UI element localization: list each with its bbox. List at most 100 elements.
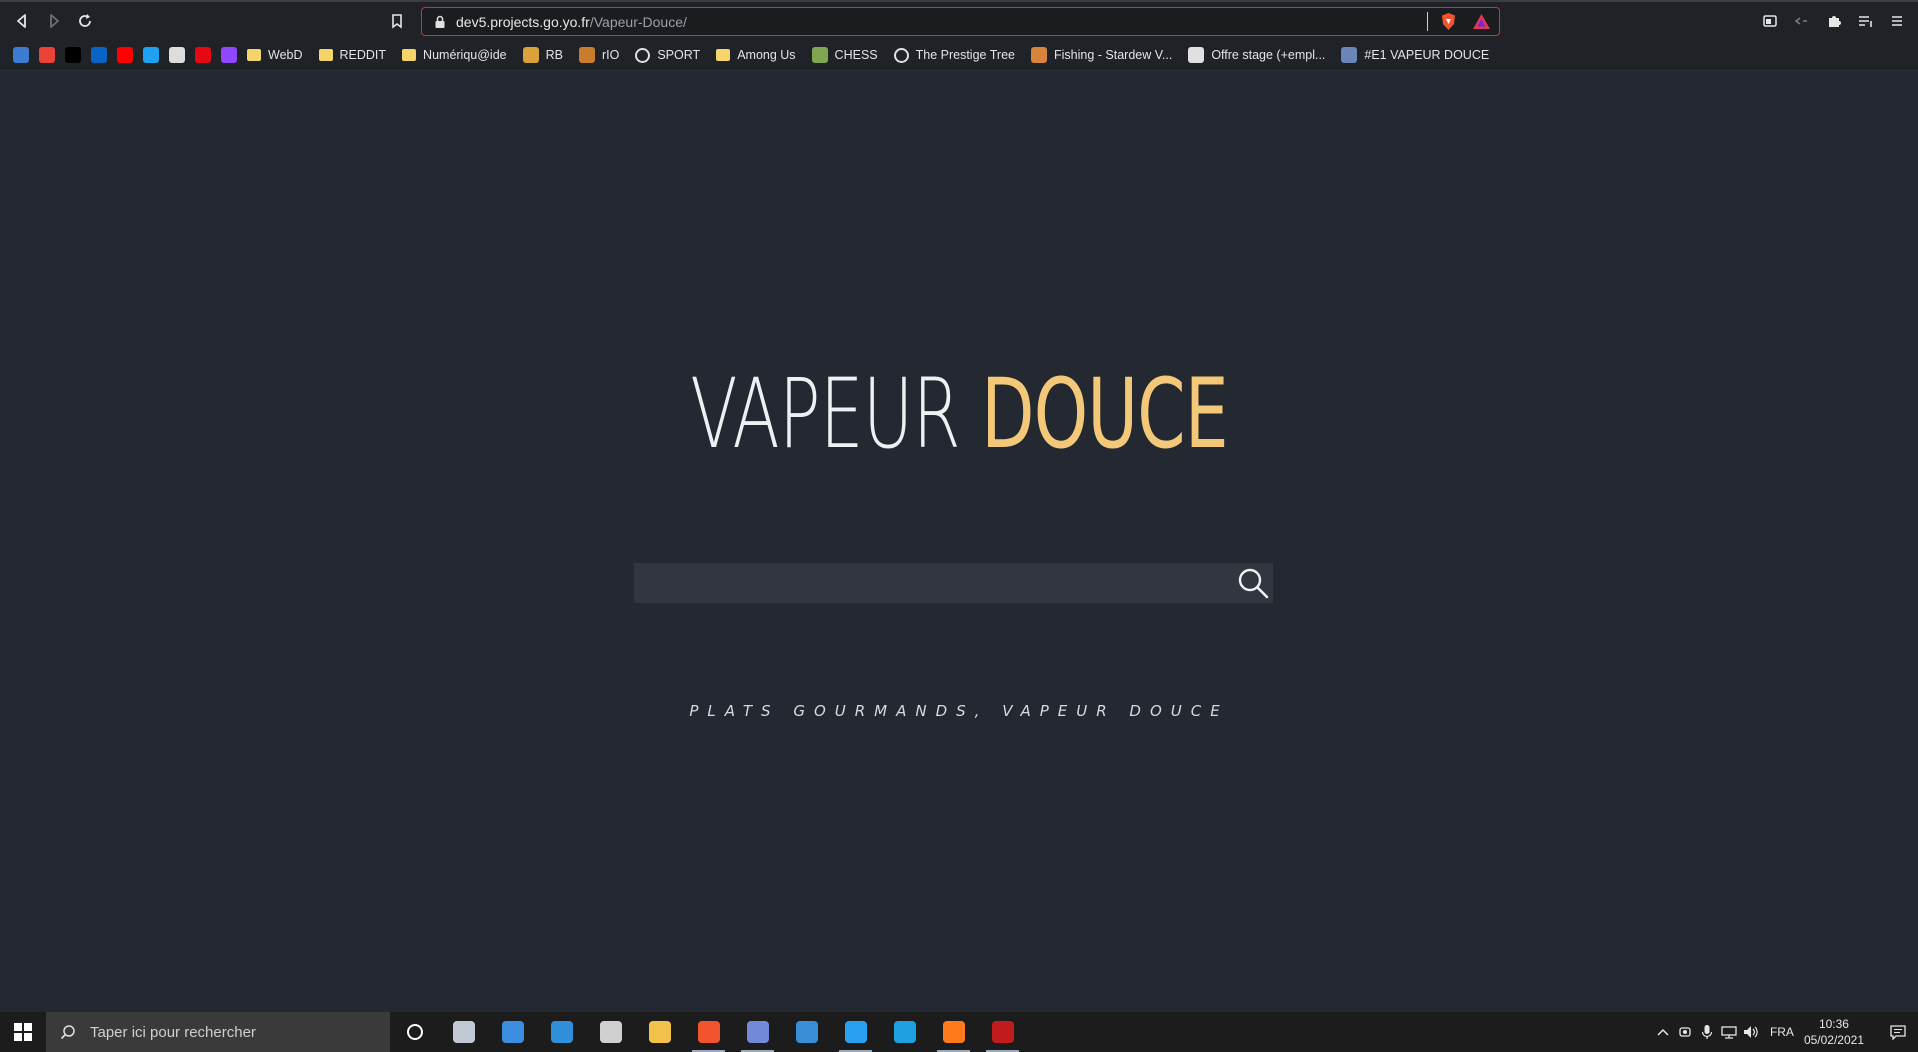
bookmark-item[interactable]: Offre stage (+empl... — [1188, 43, 1333, 67]
volume-tray-button[interactable] — [1740, 1012, 1762, 1052]
sidebar-toggle-button[interactable] — [1757, 8, 1783, 34]
logo-word-douce: DOUCE — [981, 358, 1228, 470]
reload-icon — [79, 14, 91, 27]
start-button[interactable] — [0, 1012, 46, 1052]
bookmark-button[interactable] — [384, 8, 410, 34]
bookmark-label: Offre stage (+empl... — [1211, 48, 1326, 62]
doc-icon — [1188, 47, 1205, 63]
input-language[interactable]: FRA — [1770, 1025, 1794, 1039]
url-host: dev5.projects.go.yo.fr — [456, 13, 590, 30]
taskbar-app-button[interactable] — [488, 1012, 537, 1052]
taskbar-app-button[interactable] — [831, 1012, 880, 1052]
site-logo[interactable]: VAPEUR DOUCE — [269, 358, 1650, 470]
bookmark-item[interactable] — [39, 43, 57, 67]
windows-logo-icon — [14, 1023, 32, 1041]
bookmark-item[interactable]: RB — [522, 43, 571, 67]
shield-icon — [1341, 47, 1358, 63]
bookmark-item[interactable] — [13, 43, 31, 67]
show-hidden-icons-button[interactable] — [1652, 1012, 1674, 1052]
bookmark-item[interactable] — [91, 43, 109, 67]
bookmark-item[interactable] — [143, 43, 161, 67]
taskbar-app-button[interactable] — [439, 1012, 488, 1052]
globe-icon — [635, 47, 651, 63]
clock[interactable]: 10:36 05/02/2021 — [1804, 1016, 1864, 1048]
microphone-tray-button[interactable] — [1696, 1012, 1718, 1052]
chess-icon — [811, 47, 828, 63]
taskbar-app-button[interactable] — [635, 1012, 684, 1052]
taskbar-app-button[interactable] — [586, 1012, 635, 1052]
forward-button[interactable] — [41, 8, 67, 34]
bookmark-item[interactable]: Fishing - Stardew V... — [1030, 43, 1180, 67]
menu-button[interactable] — [1884, 8, 1910, 34]
back-arrow-icon — [17, 14, 26, 28]
folder-icon — [402, 49, 417, 61]
logo-word-vapeur: VAPEUR — [690, 358, 961, 470]
bookmark-label: Fishing - Stardew V... — [1053, 48, 1173, 62]
address-bar[interactable]: dev5.projects.go.yo.fr/Vapeur-Douce/ — [421, 7, 1500, 36]
tagline: PLATS GOURMANDS, VAPEUR DOUCE — [689, 702, 1229, 720]
brave-icon — [697, 1021, 720, 1043]
camera-icon — [1679, 1027, 1691, 1037]
bookmark-label: RB — [545, 48, 563, 62]
stardew-icon — [1030, 47, 1047, 63]
search-input[interactable] — [634, 563, 1214, 603]
network-tray-button[interactable] — [1718, 1012, 1740, 1052]
url-separator — [1427, 12, 1428, 31]
twitch-icon — [221, 47, 237, 63]
bookmark-item[interactable]: WebD — [247, 43, 311, 67]
folder-icon — [247, 49, 261, 61]
explorer-window-icon — [501, 1021, 524, 1043]
url-text: dev5.projects.go.yo.fr/Vapeur-Douce/ — [456, 14, 687, 30]
bookmark-item[interactable] — [221, 43, 239, 67]
taskbar-app-button[interactable] — [929, 1012, 978, 1052]
brave-shields-icon[interactable] — [1439, 12, 1458, 31]
bookmark-item[interactable]: #E1 VAPEUR DOUCE — [1341, 43, 1497, 67]
bookmark-item[interactable] — [117, 43, 135, 67]
search-button[interactable] — [1233, 563, 1273, 603]
back-button[interactable] — [9, 8, 35, 34]
hamburger-icon — [1892, 16, 1902, 26]
taskbar-app-button[interactable] — [978, 1012, 1027, 1052]
speaker-icon — [1743, 1026, 1758, 1038]
extensions-button[interactable] — [1821, 8, 1847, 34]
taskbar-app-button[interactable] — [782, 1012, 831, 1052]
system-tray: FRA 10:36 05/02/2021 — [1652, 1012, 1918, 1052]
taskbar-app-button[interactable] — [390, 1012, 439, 1052]
brave-rewards-icon[interactable] — [1472, 13, 1491, 30]
puzzle-icon — [1829, 16, 1841, 27]
cortana-icon — [406, 1024, 423, 1040]
vscode-icon — [844, 1021, 867, 1043]
file-explorer-icon — [648, 1021, 671, 1043]
taskbar-search-placeholder: Taper ici pour rechercher — [90, 1023, 256, 1041]
gmail-icon — [39, 47, 55, 63]
reading-list-button[interactable] — [1852, 8, 1878, 34]
outlook-icon — [91, 47, 107, 63]
taskbar-app-button[interactable] — [733, 1012, 782, 1052]
taskbar-app-button[interactable] — [880, 1012, 929, 1052]
taskbar-search[interactable]: Taper ici pour rechercher — [46, 1012, 390, 1052]
bookmark-item[interactable]: REDDIT — [318, 43, 395, 67]
reload-button[interactable] — [72, 8, 98, 34]
bookmark-item[interactable] — [65, 43, 83, 67]
taskbar-app-button[interactable] — [537, 1012, 586, 1052]
bookmark-item[interactable]: Numériqu@ide — [402, 43, 515, 67]
bookmark-item[interactable] — [195, 43, 213, 67]
bookmark-item[interactable]: Among Us — [716, 43, 803, 67]
bookmark-item[interactable]: rIO — [578, 43, 627, 67]
action-center-button[interactable] — [1878, 1012, 1918, 1052]
bookmark-item[interactable]: The Prestige Tree — [893, 43, 1023, 67]
bookmark-item[interactable]: CHESS — [811, 43, 886, 67]
bookmark-item[interactable] — [169, 43, 187, 67]
bee-icon — [522, 47, 539, 63]
bookmark-label: WebD — [268, 48, 303, 62]
rio-icon — [578, 47, 595, 63]
notepad-icon — [550, 1021, 573, 1043]
playlist-icon — [1859, 16, 1872, 27]
bookmark-label: Among Us — [737, 48, 796, 62]
camera-tray-button[interactable] — [1674, 1012, 1696, 1052]
firefox-icon — [942, 1021, 965, 1043]
taskbar-app-button[interactable] — [684, 1012, 733, 1052]
share-button[interactable] — [1788, 8, 1814, 34]
bookmark-item[interactable]: SPORT — [635, 43, 708, 67]
netflix-icon — [195, 47, 211, 63]
